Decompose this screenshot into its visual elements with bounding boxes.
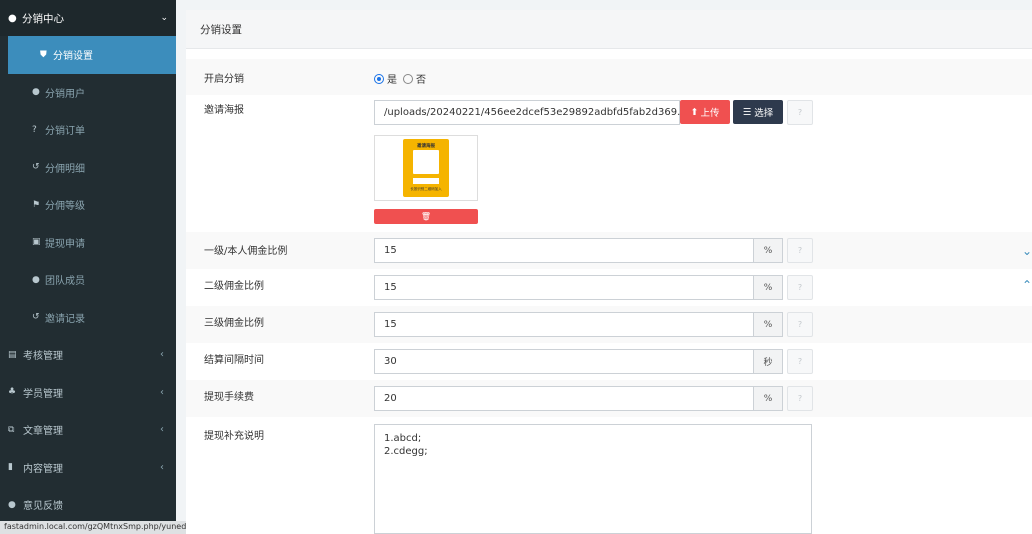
chevron-left-icon: ‹: [160, 386, 164, 398]
help-icon[interactable]: ?: [787, 275, 813, 300]
flag-icon: ⚑: [32, 199, 41, 210]
sidebar-section-label: 分销中心: [22, 12, 64, 25]
chevron-left-icon: ‹: [160, 349, 164, 361]
sidebar-item-6[interactable]: ● 团队成员: [0, 261, 176, 299]
chevron-left-icon: ‹: [160, 461, 164, 473]
comments-icon: ●: [8, 499, 16, 510]
user-icon: ●: [32, 87, 40, 98]
sidebar-item-2[interactable]: ? 分销订单: [0, 111, 176, 149]
main-panel: 分销设置 开启分销 是 否 邀请海报 /uploads/20240221/456…: [186, 10, 1032, 534]
fee-unit: %: [754, 386, 783, 411]
sidebar-item-label: 分销订单: [45, 126, 85, 138]
sidebar-item-label: 分销设置: [53, 51, 93, 63]
interval-label: 结算间隔时间: [204, 355, 264, 366]
help-icon[interactable]: ?: [787, 312, 813, 337]
sidebar-item-label: 分佣明细: [45, 163, 85, 175]
graduation-icon: ♣: [8, 387, 17, 398]
file-icon: ▮: [8, 462, 13, 473]
users-icon: ●: [8, 12, 17, 24]
level2-unit: %: [754, 275, 783, 300]
choose-button[interactable]: ☰ 选择: [733, 100, 783, 124]
sidebar-menu-label: 意见反馈: [23, 501, 63, 513]
poster-label: 邀请海报: [204, 105, 244, 116]
note-textarea[interactable]: 1.abcd; 2.cdegg;: [374, 424, 812, 534]
chevron-up-icon[interactable]: ⌃: [1022, 278, 1032, 292]
sidebar-item-label: 团队成员: [45, 276, 85, 288]
sidebar-menu-1[interactable]: ♣ 学员管理 ‹: [0, 374, 176, 412]
chevron-left-icon: ‹: [160, 424, 164, 436]
shield-icon: ⛊: [40, 49, 47, 60]
sidebar-section-distribution[interactable]: ● 分销中心 ⌄: [0, 0, 176, 36]
interval-input[interactable]: 30: [374, 349, 754, 374]
enable-yes-radio[interactable]: 是: [374, 71, 397, 86]
upload-button[interactable]: ⬆ 上传: [680, 100, 730, 124]
list-icon: ▤: [8, 349, 17, 360]
level3-input[interactable]: 15: [374, 312, 754, 337]
copy-icon: ⧉: [8, 424, 15, 435]
enable-no-radio[interactable]: 否: [403, 71, 426, 86]
interval-unit: 秒: [754, 349, 783, 374]
sidebar-item-3[interactable]: ↺ 分佣明细: [0, 149, 176, 187]
enable-radio-group: 是 否: [374, 71, 432, 86]
trash-icon: 🗑: [420, 212, 432, 221]
sidebar-item-4[interactable]: ⚑ 分佣等级: [0, 186, 176, 224]
poster-preview-image: 邀请海报 长按识别二维码加入: [403, 139, 449, 197]
sidebar-menu-label: 学员管理: [23, 388, 63, 400]
radio-unchecked-icon: [403, 73, 413, 84]
sidebar-menu-label: 文章管理: [23, 426, 63, 438]
sidebar-item-7[interactable]: ↺ 邀请记录: [0, 299, 176, 337]
users-icon: ●: [32, 274, 40, 285]
enable-label: 开启分销: [204, 74, 244, 85]
delete-image-button[interactable]: 🗑: [374, 209, 478, 224]
level2-input[interactable]: 15: [374, 275, 754, 300]
sidebar-submenu: ⛊ 分销设置 ● 分销用户? 分销订单 ↺ 分佣明细 ⚑ 分佣等级 ▣ 提现申请 ● 团队成员 ↺ 邀请记录: [0, 36, 176, 336]
level1-unit: %: [754, 238, 783, 263]
help-icon[interactable]: ?: [787, 100, 813, 125]
sidebar-menu-4[interactable]: ● 意见反馈: [0, 486, 176, 524]
radio-checked-icon: [374, 73, 384, 84]
sidebar-item-label: 分销用户: [45, 88, 85, 100]
question-circle-icon: ?: [32, 124, 37, 135]
sidebar-item-label: 分佣等级: [45, 201, 85, 213]
chevron-down-icon: ⌄: [160, 13, 168, 23]
sidebar-menu-label: 内容管理: [23, 463, 63, 475]
sidebar-item-label: 邀请记录: [45, 313, 85, 325]
help-icon[interactable]: ?: [787, 386, 813, 411]
sidebar-item-1[interactable]: ● 分销用户: [0, 74, 176, 112]
sidebar-item-0[interactable]: ⛊ 分销设置: [8, 36, 176, 74]
help-icon[interactable]: ?: [787, 349, 813, 374]
sidebar-menu-3[interactable]: ▮ 内容管理 ‹: [0, 449, 176, 487]
sidebar: ● 分销中心 ⌄ ⛊ 分销设置 ● 分销用户? 分销订单 ↺ 分佣明细 ⚑ 分佣等级 ▣ 提现申请 ●…: [0, 0, 176, 534]
money-icon: ▣: [32, 237, 41, 248]
level2-label: 二级佣金比例: [204, 281, 264, 292]
list-icon: ☰: [742, 106, 752, 118]
sidebar-menu: ▤ 考核管理 ‹ ♣ 学员管理 ‹ ⧉ 文章管理 ‹ ▮ 内容管理 ‹ ● 意见反馈: [0, 336, 176, 524]
history-icon: ↺: [32, 162, 40, 173]
sidebar-item-5[interactable]: ▣ 提现申请: [0, 224, 176, 262]
panel-title: 分销设置: [186, 10, 1032, 49]
history-icon: ↺: [32, 312, 40, 323]
poster-path-input[interactable]: /uploads/20240221/456ee2dcef53e29892adbf…: [374, 100, 699, 125]
poster-thumbnail[interactable]: 邀请海报 长按识别二维码加入: [374, 135, 478, 201]
sidebar-menu-0[interactable]: ▤ 考核管理 ‹: [0, 336, 176, 374]
upload-icon: ⬆: [690, 106, 699, 118]
fee-label: 提现手续费: [204, 392, 254, 403]
level3-label: 三级佣金比例: [204, 318, 264, 329]
sidebar-item-label: 提现申请: [45, 238, 85, 250]
fee-input[interactable]: 20: [374, 386, 754, 411]
note-label: 提现补充说明: [204, 431, 264, 442]
level1-input[interactable]: 15: [374, 238, 754, 263]
sidebar-menu-label: 考核管理: [23, 351, 63, 363]
form-row-enable: 开启分销 是 否: [186, 59, 1032, 95]
chevron-down-icon[interactable]: ⌄: [1022, 244, 1032, 258]
sidebar-menu-2[interactable]: ⧉ 文章管理 ‹: [0, 411, 176, 449]
level3-unit: %: [754, 312, 783, 337]
level1-label: 一级/本人佣金比例: [204, 246, 288, 257]
help-icon[interactable]: ?: [787, 238, 813, 263]
